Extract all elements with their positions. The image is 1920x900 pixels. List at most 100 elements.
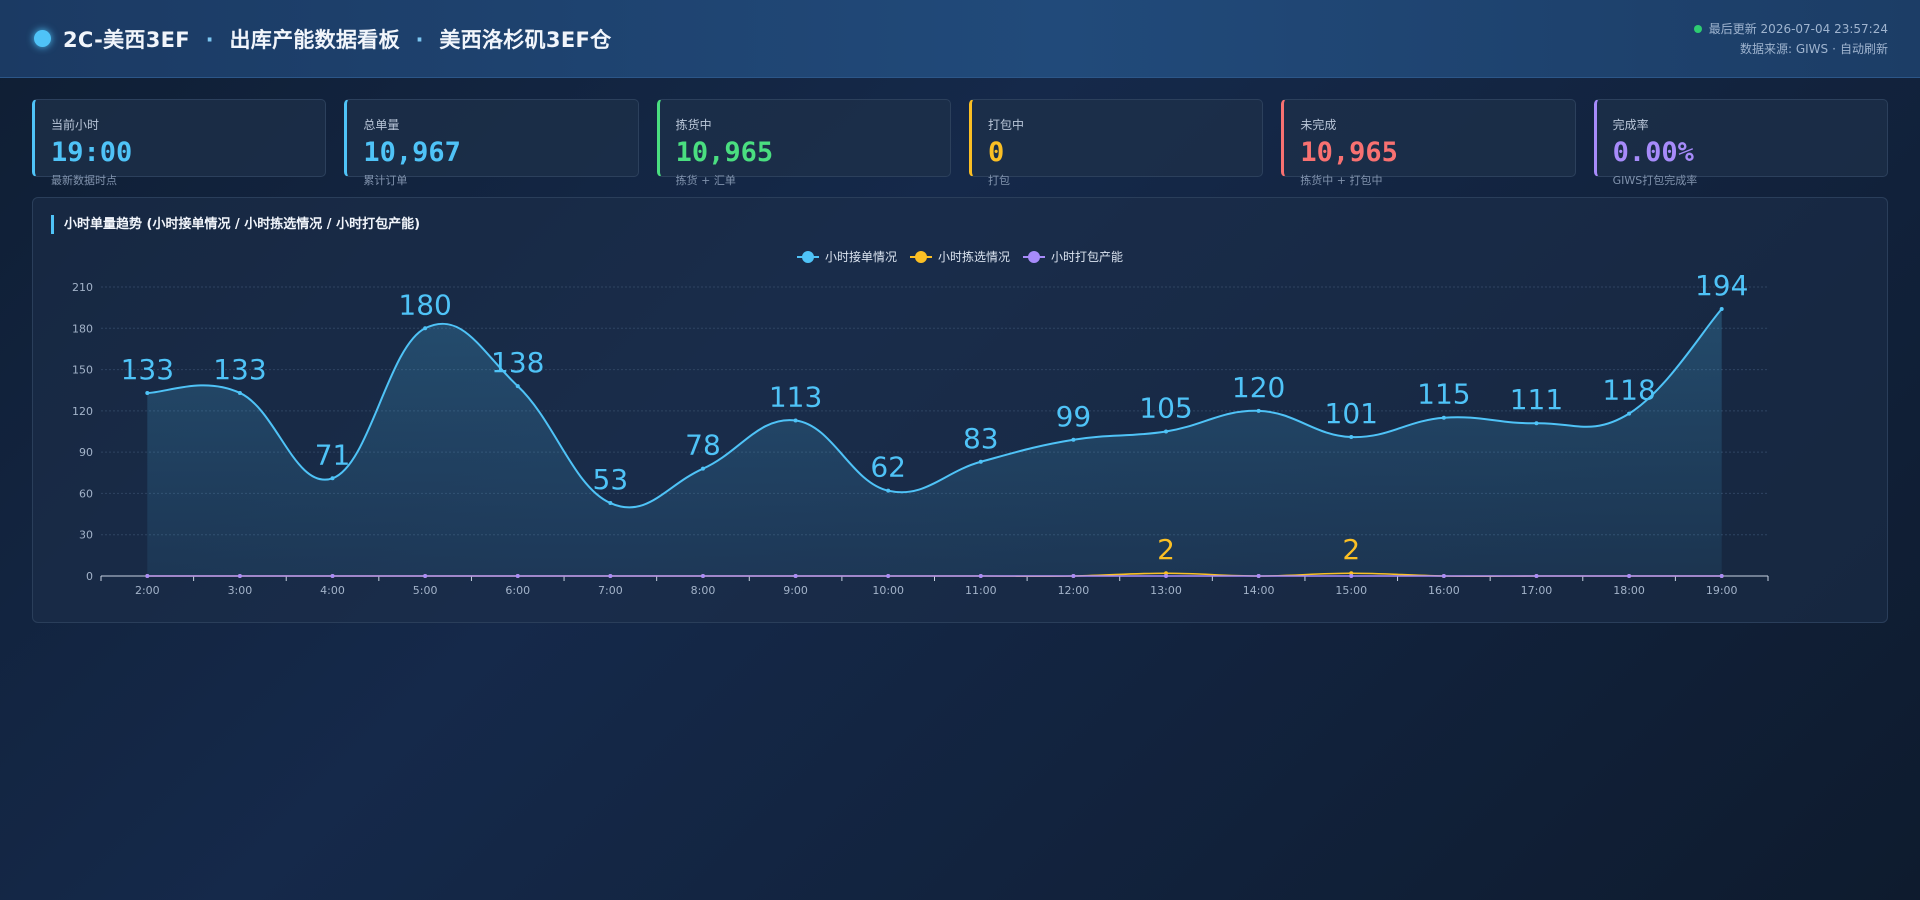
y-tick-label: 150: [72, 364, 93, 377]
header-meta: 最后更新 2026-07-04 23:57:24 数据来源: GIWS · 自动刷新: [1693, 19, 1888, 59]
x-tick-label: 14:00: [1243, 584, 1275, 597]
hourly-trend-panel: 0 30 60 90 120 150 180 210 2:00 3:00 4:00 5:00 6:00 7…: [32, 197, 1888, 623]
data-label: 83: [963, 422, 999, 455]
kpi-card-incomplete: 未完成 10,965 拣货中 + 打包中: [1281, 99, 1576, 187]
kpi-card-total-orders: 总单量 10,967 累计订单: [344, 99, 639, 187]
x-tick-label: 9:00: [783, 584, 808, 597]
data-label: 101: [1325, 397, 1378, 430]
kpi-value: 19:00: [51, 137, 133, 168]
kpi-value: 0: [987, 137, 1005, 168]
online-status-icon: [1693, 24, 1702, 33]
data-label: 180: [398, 288, 451, 321]
data-point: [1627, 574, 1632, 578]
data-label: 115: [1417, 378, 1470, 411]
data-point: [608, 574, 613, 578]
kpi-label: 未完成: [1300, 118, 1337, 132]
legend-item-orders[interactable]: 小时接单情况: [796, 248, 897, 265]
data-point: [1719, 307, 1724, 312]
last-update-value: 2026-07-04 23:57:24: [1760, 21, 1888, 36]
kpi-card-packing: 打包中 0 打包: [968, 99, 1264, 187]
data-point: [330, 574, 335, 578]
data-point: [515, 574, 520, 578]
data-point: [145, 574, 150, 578]
kpi-label: 打包中: [987, 118, 1024, 132]
x-tick-label: 10:00: [872, 584, 904, 597]
kpi-label: 总单量: [363, 118, 400, 132]
kpi-subtitle: GIWS打包完成率: [1612, 174, 1698, 187]
data-point: [1071, 574, 1076, 578]
data-point: [886, 488, 891, 493]
data-point: [1071, 437, 1076, 442]
kpi-value: 10,965: [1300, 137, 1398, 168]
data-source-separator: ·: [1832, 41, 1836, 56]
legend-item-packing[interactable]: 小时打包产能: [1023, 248, 1123, 265]
y-tick-label: 0: [86, 570, 93, 583]
kpi-subtitle: 累计订单: [363, 174, 408, 187]
kpi-card-completion-rate: 完成率 0.00% GIWS打包完成率: [1593, 99, 1888, 187]
data-point: [1349, 574, 1354, 578]
panel-title: 小时单量趋势 (小时接单情况 / 小时拣选情况 / 小时打包产能): [51, 215, 420, 234]
legend-label: 小时接单情况: [824, 250, 897, 264]
x-tick-label: 15:00: [1335, 584, 1367, 597]
title-part-warehouse-name: 美西洛杉矶3EF仓: [439, 27, 612, 52]
data-label: 138: [491, 346, 544, 379]
kpi-card-picking: 拣货中 10,965 拣货 + 汇单: [656, 99, 951, 187]
kpi-cards: 当前小时 19:00 最新数据时点 总单量 10,967 累计订单 拣货中 10…: [0, 78, 1920, 187]
data-label: 113: [769, 380, 822, 413]
title-separator-2: ·: [415, 27, 424, 52]
data-point: [793, 574, 798, 578]
data-label: 2: [1342, 533, 1360, 566]
series-area: [147, 309, 1722, 576]
data-point: [700, 574, 705, 578]
y-tick-label: 180: [72, 322, 93, 335]
y-tick-label: 60: [79, 487, 93, 500]
data-point: [1164, 429, 1169, 434]
y-tick-label: 30: [79, 529, 93, 542]
data-label: 2: [1157, 533, 1175, 566]
y-tick-label: 210: [72, 281, 93, 294]
kpi-subtitle: 拣货中 + 打包中: [1300, 174, 1383, 187]
x-tick-label: 13:00: [1150, 584, 1182, 597]
kpi-value: 10,965: [675, 137, 774, 168]
kpi-value: 0.00%: [1612, 137, 1694, 168]
x-tick-label: 17:00: [1521, 584, 1553, 597]
data-label: 78: [685, 429, 721, 462]
data-label: 118: [1602, 374, 1655, 407]
last-update-label: 最后更新: [1708, 21, 1757, 36]
x-tick-label: 5:00: [413, 584, 438, 597]
data-point: [978, 574, 983, 578]
data-point: [1256, 574, 1261, 578]
kpi-subtitle: 最新数据时点: [51, 174, 117, 187]
data-source: 数据来源: GIWS · 自动刷新: [1694, 39, 1888, 59]
legend-swatch-icon: [796, 250, 819, 263]
data-point: [330, 476, 335, 481]
data-label: 99: [1056, 400, 1092, 433]
data-point: [1534, 421, 1539, 426]
data-label: 71: [315, 438, 351, 471]
data-point: [515, 384, 520, 389]
page-title: 2C-美西3EF · 出库产能数据看板 · 美西洛杉矶3EF仓: [63, 24, 611, 54]
title-part-warehouse-code: 2C-美西3EF: [63, 27, 190, 52]
data-label: 133: [121, 353, 174, 386]
data-point: [978, 459, 983, 464]
auto-refresh-label: 自动刷新: [1839, 41, 1888, 56]
x-tick-label: 8:00: [691, 584, 716, 597]
data-point: [423, 574, 428, 578]
x-tick-label: 19:00: [1706, 584, 1738, 597]
data-point: [1164, 574, 1169, 578]
legend-label: 小时打包产能: [1051, 250, 1124, 264]
header-bar: 2C-美西3EF · 出库产能数据看板 · 美西洛杉矶3EF仓 最后更新 202…: [0, 0, 1920, 78]
x-tick-label: 16:00: [1428, 584, 1460, 597]
data-point: [1441, 574, 1446, 578]
data-point: [1627, 411, 1632, 416]
data-label: 53: [593, 463, 629, 496]
legend-item-picking[interactable]: 小时拣选情况: [909, 248, 1010, 265]
kpi-value: 10,967: [363, 137, 461, 168]
data-point: [145, 390, 150, 395]
x-tick-label: 4:00: [320, 584, 345, 597]
legend-label: 小时拣选情况: [937, 250, 1010, 264]
data-point: [793, 418, 798, 423]
kpi-label: 当前小时: [51, 118, 100, 132]
data-label: 111: [1510, 383, 1563, 416]
data-point: [1441, 415, 1446, 420]
